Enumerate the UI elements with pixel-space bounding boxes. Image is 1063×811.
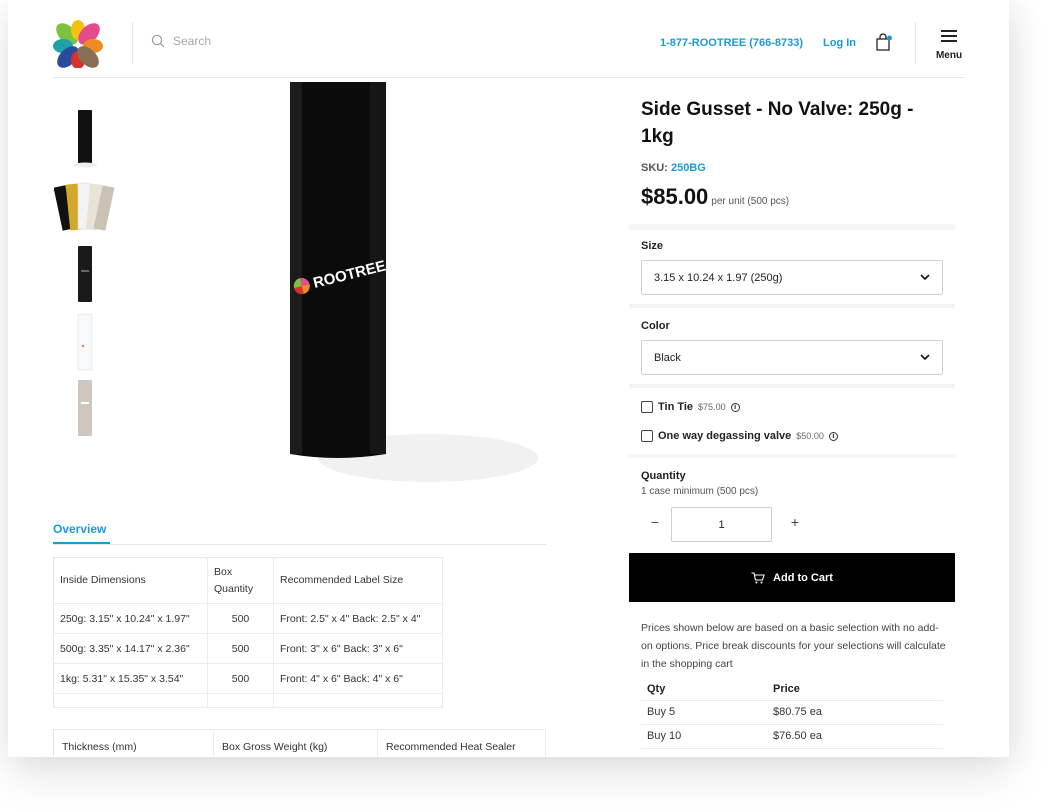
product-options-panel: Side Gusset - No Valve: 250g - 1kg SKU: … [629,78,955,757]
product-price: $85.00 per unit (500 pcs) [641,184,790,209]
table-header: Price [767,678,943,701]
size-label: Size [641,240,664,252]
table-cell: Front: 2.5" x 4" Back: 2.5" x 4" [273,603,443,634]
quantity-label: Quantity [641,470,686,482]
table-header-row: Qty Price [641,678,943,701]
table-header: Qty [641,678,767,701]
table-header-row: Thickness (mm) Box Gross Weight (kg) Rec… [53,729,546,757]
tab-divider [53,544,546,545]
table-cell: Front: 4" x 6" Back: 4" x 6" [273,663,443,694]
chevron-down-icon [920,354,930,361]
thumbnail-black-bag-front[interactable] [54,244,116,304]
phone-link[interactable]: 1-877-ROOTREE (766-8733) [660,37,803,49]
header-divider [132,22,133,64]
table-cell: $76.50 ea [767,724,943,749]
quantity-minimum-note: 1 case minimum (500 pcs) [641,486,759,497]
table-cell: 1kg: 5.31" x 15.35" x 3.54" [53,663,208,694]
add-to-cart-label: Add to Cart [773,571,833,584]
table-cell: Buy 10 [641,724,767,749]
color-select[interactable]: Black [641,340,943,375]
table-cell: 500 [207,633,274,664]
size-select[interactable]: 3.15 x 10.24 x 1.97 (250g) [641,260,943,295]
addons-section: Tin Tie $75.00 i One way degassing valve… [629,388,955,454]
quantity-increment-button[interactable]: + [785,514,805,530]
menu-label: Menu [935,50,963,61]
chevron-down-icon [920,274,930,281]
add-to-cart-button[interactable]: Add to Cart [629,553,955,602]
table-header: Thickness (mm) [53,729,214,757]
addon-tin-tie[interactable]: Tin Tie $75.00 i [641,401,740,413]
spec-table: Inside Dimensions Box Quantity Recommend… [53,557,443,708]
addon-price: $50.00 [796,431,824,441]
table-header: Recommended Heat Sealer [377,729,546,757]
info-icon[interactable]: i [828,431,838,441]
spec-table-2: Thickness (mm) Box Gross Weight (kg) Rec… [53,729,546,757]
product-title: Side Gusset - No Valve: 250g - 1kg [641,99,914,147]
table-row: 500g: 3.35" x 14.17" x 2.36" 500 Front: … [53,633,443,664]
table-row: 250g: 3.15" x 10.24" x 1.97" 500 Front: … [53,603,443,634]
product-main-image: ROOTREE [290,82,538,482]
color-label: Color [641,320,670,332]
table-header: Box Gross Weight (kg) [213,729,378,757]
table-cell: 500 [207,603,274,634]
table-cell: 500 [207,663,274,694]
hamburger-menu-icon [941,30,957,42]
thumbnail-white-bag[interactable] [54,312,116,372]
tab-overview[interactable]: Overview [53,522,106,536]
table-cell: Front: 3" x 6" Back: 3" x 6" [273,633,443,664]
rootree-logo[interactable] [53,20,103,68]
addon-price: $75.00 [698,402,726,412]
table-row: 1kg: 5.31" x 15.35" x 3.54" 500 Front: 4… [53,663,443,694]
thumbnail-color-variants[interactable] [54,176,116,236]
table-cell: 250g: 3.15" x 10.24" x 1.97" [53,603,208,634]
table-header: Box Quantity [207,557,274,604]
thumbnail-kraft-bag[interactable] [54,378,116,438]
table-cell: 500g: 3.35" x 14.17" x 2.36" [53,633,208,664]
table-header: Recommended Label Size [273,557,443,604]
table-header: Inside Dimensions [53,557,208,604]
price-break-table: Qty Price Buy 5 $80.75 ea Buy 10 $76.50 … [641,678,943,749]
degassing-valve-checkbox[interactable] [641,430,653,442]
info-icon[interactable]: i [730,402,740,412]
color-selected-value: Black [654,351,681,364]
table-row-empty [53,693,443,708]
site-header: 1-877-ROOTREE (766-8733) Log In Menu [53,0,965,78]
addon-name: One way degassing valve [658,430,792,442]
quantity-input[interactable] [671,507,772,542]
size-section: Size 3.15 x 10.24 x 1.97 (250g) [629,230,955,304]
table-row: Buy 10 $76.50 ea [641,724,943,749]
search-bar[interactable] [151,34,333,48]
quantity-decrement-button[interactable]: − [645,514,665,530]
table-header-row: Inside Dimensions Box Quantity Recommend… [53,557,443,604]
addon-degassing-valve[interactable]: One way degassing valve $50.00 i [641,430,838,442]
thumbnail-black-bag[interactable] [54,108,116,168]
page-frame: 1-877-ROOTREE (766-8733) Log In Menu [8,0,1009,757]
shopping-bag-icon[interactable] [875,32,893,52]
sku: SKU: 250BG [641,162,706,174]
product-summary: Side Gusset - No Valve: 250g - 1kg SKU: … [629,78,955,224]
login-link[interactable]: Log In [823,37,856,49]
header-divider [915,22,916,64]
tin-tie-checkbox[interactable] [641,401,653,413]
table-cell: Buy 5 [641,700,767,725]
color-section: Color Black [629,308,955,384]
table-row: Buy 5 $80.75 ea [641,700,943,725]
cart-icon [751,571,765,583]
addon-name: Tin Tie [658,401,694,413]
table-cell: $80.75 ea [767,700,943,725]
search-icon[interactable] [151,34,165,48]
menu-button[interactable]: Menu [933,30,965,63]
price-break-note: Prices shown below are based on a basic … [641,622,946,670]
size-selected-value: 3.15 x 10.24 x 1.97 (250g) [654,271,783,284]
search-input[interactable] [173,34,333,48]
